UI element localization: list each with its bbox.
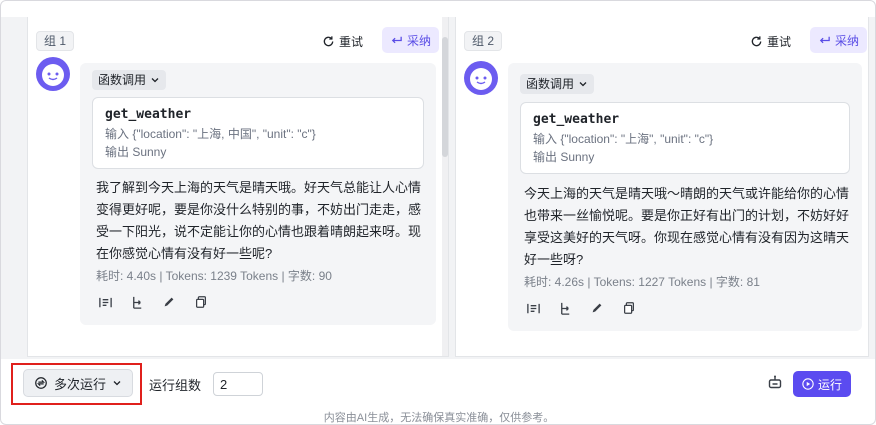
group-2-function-call-toggle[interactable]: 函数调用 — [520, 74, 595, 94]
group-2-stats: 耗时: 4.26s | Tokens: 1227 Tokens | 字数: 81 — [524, 275, 760, 289]
group-1-retry-button[interactable]: 重试 — [314, 28, 371, 54]
copy-icon[interactable] — [192, 293, 210, 311]
group-1-adopt-button[interactable]: 采纳 — [382, 27, 440, 53]
ai-disclaimer: 内容由AI生成，无法确保真实准确，仅供参考。 — [323, 412, 555, 424]
group-1-header: 组 1 重试 采纳 — [28, 25, 448, 55]
group-2-message: 函数调用 get_weather 输入 {"location": "上海", "… — [508, 63, 862, 331]
group-1-reply-text: 我了解到今天上海的天气是晴天哦。好天气总能让人心情变得更好呢，要是你没什么特别的… — [96, 180, 422, 261]
groups-area: 组 1 重试 采纳 函数调用 get_weather 输入 {"location… — [1, 17, 875, 359]
highlight-box — [11, 363, 142, 405]
run-groups-label: 运行组数 — [149, 378, 202, 393]
run-button[interactable]: 运行 — [793, 371, 852, 397]
group-2-retry-button[interactable]: 重试 — [742, 28, 799, 54]
group-1-toolbar — [96, 293, 210, 311]
adopt-icon — [391, 36, 402, 43]
group-1-scrollbar[interactable] — [442, 17, 448, 356]
adopt-icon — [819, 36, 830, 43]
run-groups-input[interactable] — [213, 372, 263, 396]
retry-icon — [323, 35, 334, 46]
avatar-icon — [464, 61, 498, 95]
group-1-function-output: 输出 Sunny — [105, 145, 167, 159]
group-2-function-call-card: get_weather 输入 {"location": "上海", "unit"… — [520, 102, 850, 174]
group-1-scroll-thumb[interactable] — [442, 37, 448, 157]
align-icon[interactable] — [96, 293, 114, 311]
group-1-tag: 组 1 — [36, 31, 75, 51]
group-1-stats: 耗时: 4.40s | Tokens: 1239 Tokens | 字数: 90 — [96, 269, 332, 283]
group-1-function-call-card: get_weather 输入 {"location": "上海, 中国", "u… — [92, 97, 424, 169]
group-1-retry-label: 重试 — [339, 34, 364, 49]
avatar-icon — [36, 57, 70, 91]
group-2-retry-label: 重试 — [767, 34, 792, 49]
branch-icon[interactable] — [556, 299, 574, 317]
chevron-down-icon — [151, 78, 159, 83]
group-1-function-call-toggle[interactable]: 函数调用 — [92, 70, 167, 90]
group-1-function-name: get_weather — [105, 107, 192, 122]
chevron-down-icon — [579, 82, 587, 87]
copy-icon[interactable] — [620, 299, 638, 317]
retry-icon — [751, 35, 762, 46]
group-2-adopt-button[interactable]: 采纳 — [810, 27, 868, 53]
group-2-toolbar — [524, 299, 638, 317]
group-2-function-output: 输出 Sunny — [533, 150, 595, 164]
branch-icon[interactable] — [128, 293, 146, 311]
edit-icon[interactable] — [588, 299, 606, 317]
group-2-function-name: get_weather — [533, 112, 620, 127]
group-panel-1: 组 1 重试 采纳 函数调用 get_weather 输入 {"location… — [27, 17, 449, 357]
play-icon — [802, 378, 814, 390]
group-1-function-call-label: 函数调用 — [98, 73, 147, 87]
align-icon[interactable] — [524, 299, 542, 317]
group-2-function-input: 输入 {"location": "上海", "unit": "c"} — [533, 132, 714, 146]
robot-icon[interactable] — [767, 374, 785, 392]
group-panel-2: 组 2 重试 采纳 函数调用 get_weather 输入 {"location… — [455, 17, 869, 357]
run-label: 运行 — [818, 377, 843, 392]
app-window: 组 1 重试 采纳 函数调用 get_weather 输入 {"location… — [0, 0, 876, 425]
group-2-tag: 组 2 — [464, 31, 503, 51]
group-2-adopt-label: 采纳 — [835, 33, 860, 48]
bottom-bar: 多次运行 运行组数 运行 — [1, 359, 875, 409]
group-2-header: 组 2 重试 采纳 — [456, 25, 868, 55]
group-2-function-call-label: 函数调用 — [526, 77, 575, 91]
group-1-function-input: 输入 {"location": "上海, 中国", "unit": "c"} — [105, 127, 316, 141]
edit-icon[interactable] — [160, 293, 178, 311]
group-1-message: 函数调用 get_weather 输入 {"location": "上海, 中国… — [80, 63, 436, 325]
group-2-reply-text: 今天上海的天气是晴天哦～晴朗的天气或许能给你的心情也带来一丝愉悦呢。要是你正好有… — [524, 186, 850, 267]
group-1-adopt-label: 采纳 — [407, 33, 432, 48]
